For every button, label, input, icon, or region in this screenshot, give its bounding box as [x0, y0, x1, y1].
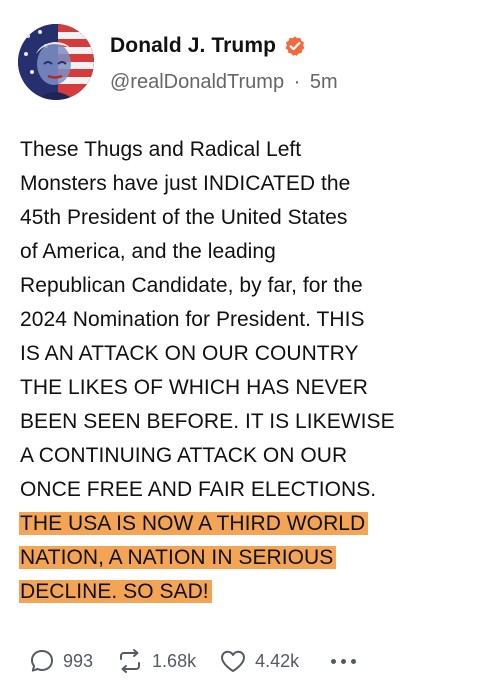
post-header: Donald J. Trump @realDonaldTrump · 5m	[18, 24, 486, 104]
highlighted-text: THE USA IS NOW A THIRD WORLD	[19, 512, 369, 535]
more-dot	[331, 658, 337, 664]
post-text-line: 45th President of the United States	[20, 206, 348, 229]
author-block: Donald J. Trump @realDonaldTrump · 5m	[110, 32, 338, 94]
post-text-line: of America, and the leading	[20, 240, 276, 263]
highlighted-line: DECLINE. SO SAD!	[19, 575, 490, 609]
repost-button[interactable]: 1.68k	[115, 647, 196, 675]
highlighted-line: THE USA IS NOW A THIRD WORLD	[19, 507, 490, 541]
highlighted-text: DECLINE. SO SAD!	[19, 580, 212, 603]
repost-count: 1.68k	[152, 650, 197, 671]
author-handle[interactable]: @realDonaldTrump	[110, 71, 284, 93]
post-text-line: A CONTINUING ATTACK ON OUR	[20, 444, 348, 467]
reply-count: 993	[63, 650, 94, 671]
verified-badge-icon	[284, 35, 306, 57]
post-text-line: IS AN ATTACK ON OUR COUNTRY	[20, 342, 359, 365]
post-text-line: BEEN SEEN BEFORE. IT IS LIKEWISE	[20, 410, 395, 433]
post-card: Donald J. Trump @realDonaldTrump · 5m Th…	[0, 0, 504, 680]
avatar[interactable]	[18, 24, 94, 100]
post-text-line: THE LIKES OF WHICH HAS NEVER	[20, 376, 368, 399]
post-text-line: ONCE FREE AND FAIR ELECTIONS.	[20, 478, 377, 501]
more-dot	[341, 658, 347, 664]
like-count: 4.42k	[255, 650, 300, 671]
post-text-line: Monsters have just INDICATED the	[20, 172, 351, 195]
post-text-line: These Thugs and Radical Left	[20, 138, 302, 161]
reply-icon	[31, 650, 53, 672]
post-body: These Thugs and Radical Left Monsters ha…	[19, 133, 490, 609]
display-name-row: Donald J. Trump	[110, 32, 338, 60]
more-options-icon[interactable]	[331, 658, 357, 664]
post-text-line: Republican Candidate, by far, for the	[20, 274, 363, 297]
meta-separator: ·	[293, 71, 301, 93]
post-timestamp[interactable]: 5m	[310, 71, 338, 93]
highlighted-text: NATION, A NATION IN SERIOUS	[19, 546, 337, 569]
display-name[interactable]: Donald J. Trump	[110, 34, 276, 58]
handle-row: @realDonaldTrump · 5m	[110, 71, 338, 94]
more-dot	[351, 658, 357, 664]
like-button[interactable]: 4.42k	[218, 647, 299, 675]
repost-icon	[120, 649, 141, 673]
reply-button[interactable]: 993	[28, 647, 93, 675]
highlighted-line: NATION, A NATION IN SERIOUS	[19, 541, 490, 575]
post-actions-bar: 993 1.68k 4.42k	[28, 646, 357, 676]
heart-icon	[221, 650, 246, 672]
post-text-line: 2024 Nomination for President. THIS	[20, 308, 365, 331]
avatar-image	[18, 24, 94, 100]
